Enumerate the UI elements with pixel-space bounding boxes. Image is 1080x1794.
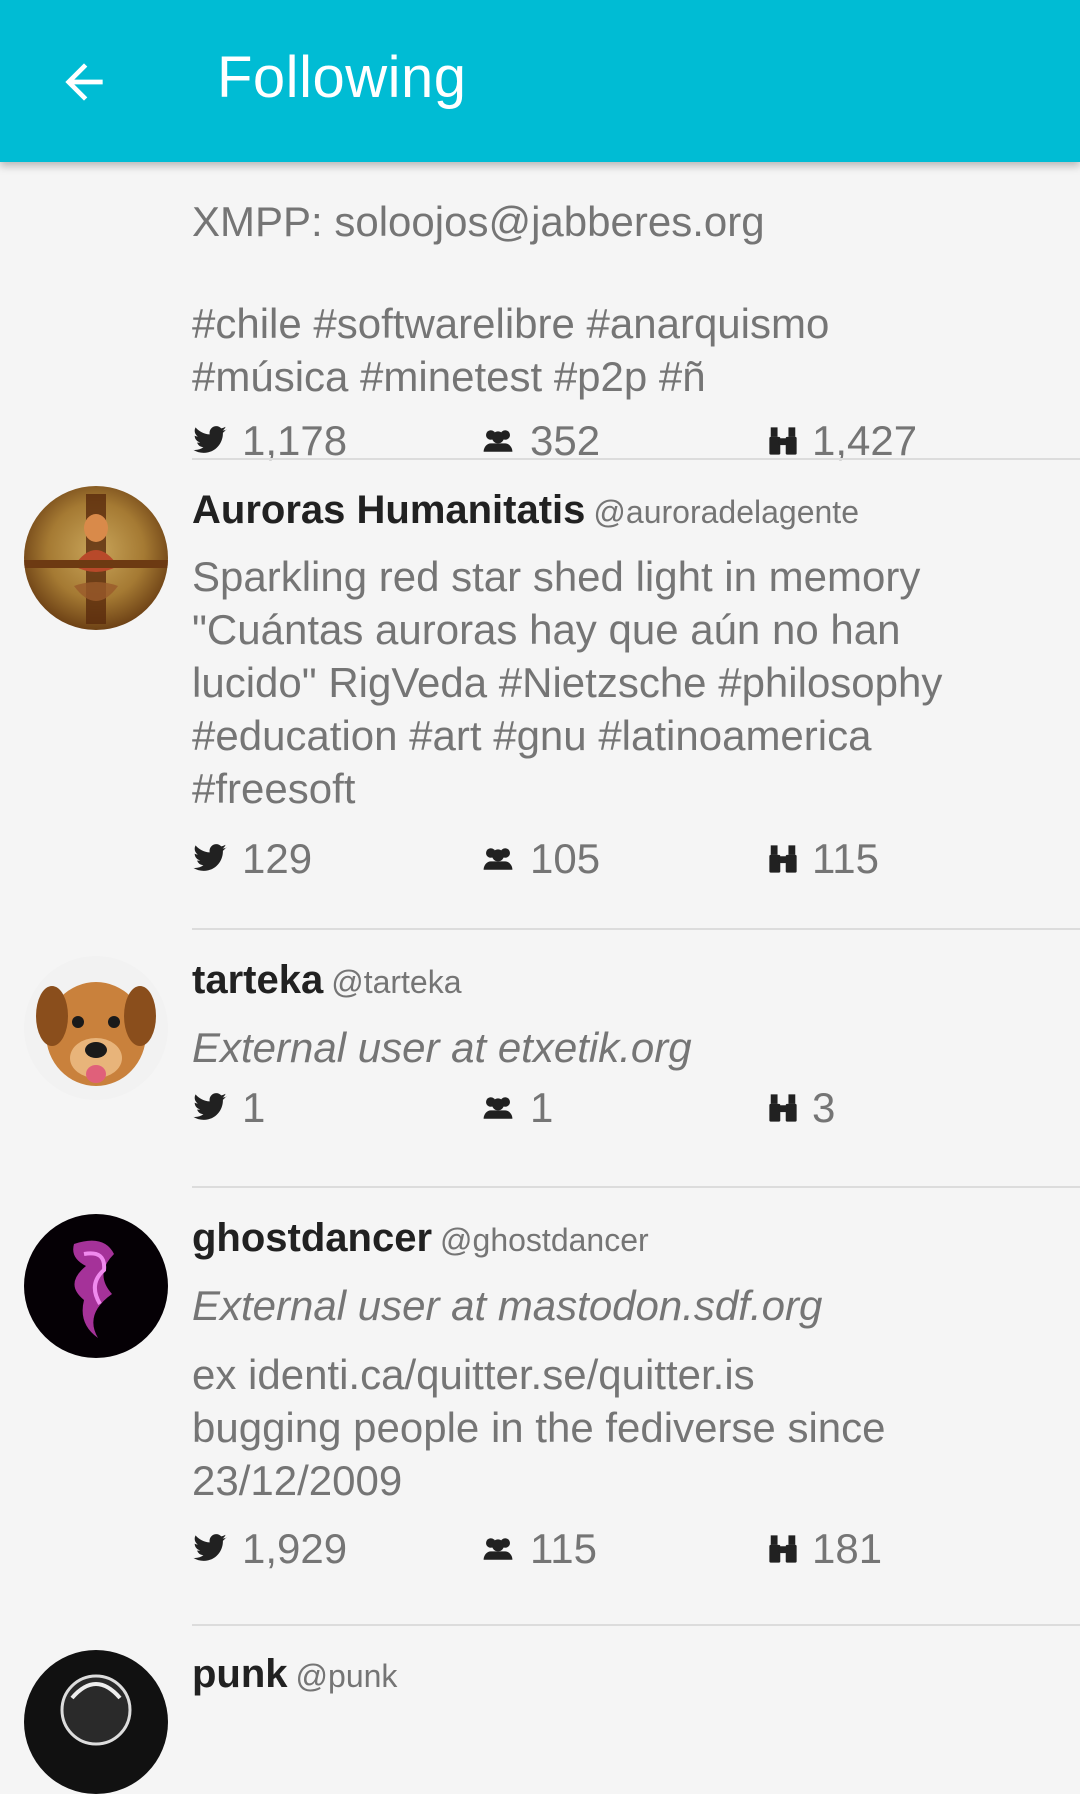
following-stat[interactable]: 105 (480, 835, 600, 883)
binoculars-icon (769, 1535, 797, 1563)
user-name[interactable]: punk (192, 1652, 288, 1696)
user-handle: @punk (295, 1658, 398, 1694)
external-user-label: External user at mastodon.sdf.org (192, 1282, 823, 1329)
bird-icon (193, 426, 227, 453)
user-bio: Sparkling red star shed light in memory … (192, 553, 943, 812)
app-bar: Following (0, 0, 1080, 162)
user-name[interactable]: tarteka (192, 958, 323, 1002)
user-bio-hashtags: #chile #softwarelibre #anarquismo #músic… (192, 300, 830, 400)
divider (192, 458, 1080, 460)
bio-xmpp-line: XMPP: soloojos@jabberes.org (192, 198, 765, 245)
user-name[interactable]: ghostdancer (192, 1216, 432, 1260)
back-button[interactable] (52, 50, 116, 114)
stats-row: 1,929 115 181 (192, 1525, 1062, 1581)
followers-stat[interactable]: 115 (768, 835, 879, 883)
notices-stat[interactable]: 129 (192, 835, 312, 883)
divider (192, 1624, 1080, 1626)
avatar[interactable] (24, 1214, 168, 1358)
external-user-label: External user at etxetik.org (192, 1024, 692, 1071)
avatar[interactable] (24, 956, 168, 1100)
notices-stat[interactable]: 1,929 (192, 1525, 347, 1573)
stats-row: 1,178 352 1,427 (192, 417, 1062, 473)
bird-icon (193, 1534, 227, 1561)
bird-icon (193, 1093, 227, 1120)
bird-icon (193, 844, 227, 871)
divider (192, 928, 1080, 930)
binoculars-icon (769, 427, 797, 455)
binoculars-icon (769, 1094, 797, 1122)
stats-row: 1 1 3 (192, 1084, 1062, 1140)
avatar[interactable] (24, 1650, 168, 1794)
divider (192, 1186, 1080, 1188)
avatar-dancer-image (73, 1240, 114, 1338)
user-handle: @ghostdancer (440, 1222, 649, 1258)
group-icon (483, 1097, 513, 1119)
following-stat[interactable]: 1 (480, 1084, 553, 1132)
avatar-dog-image (36, 982, 156, 1086)
followers-stat[interactable]: 181 (768, 1525, 882, 1573)
group-icon (483, 430, 513, 452)
user-bio: ex identi.ca/quitter.se/quitter.is buggi… (192, 1351, 886, 1504)
avatar-buddha-image (24, 494, 168, 624)
avatar-punk-image (60, 1674, 132, 1746)
followers-stat[interactable]: 3 (768, 1084, 835, 1132)
page-title: Following (217, 45, 467, 110)
user-name[interactable]: Auroras Humanitatis (192, 488, 585, 532)
group-icon (483, 1538, 513, 1560)
arrow-left-icon (65, 63, 103, 101)
user-handle: @tarteka (331, 964, 462, 1000)
group-icon (483, 848, 513, 870)
stats-row: 129 105 115 (192, 835, 1062, 891)
user-handle: @auroradelagente (593, 494, 859, 530)
notices-stat[interactable]: 1 (192, 1084, 265, 1132)
following-stat[interactable]: 115 (480, 1525, 597, 1573)
avatar[interactable] (24, 486, 168, 630)
binoculars-icon (769, 845, 797, 873)
